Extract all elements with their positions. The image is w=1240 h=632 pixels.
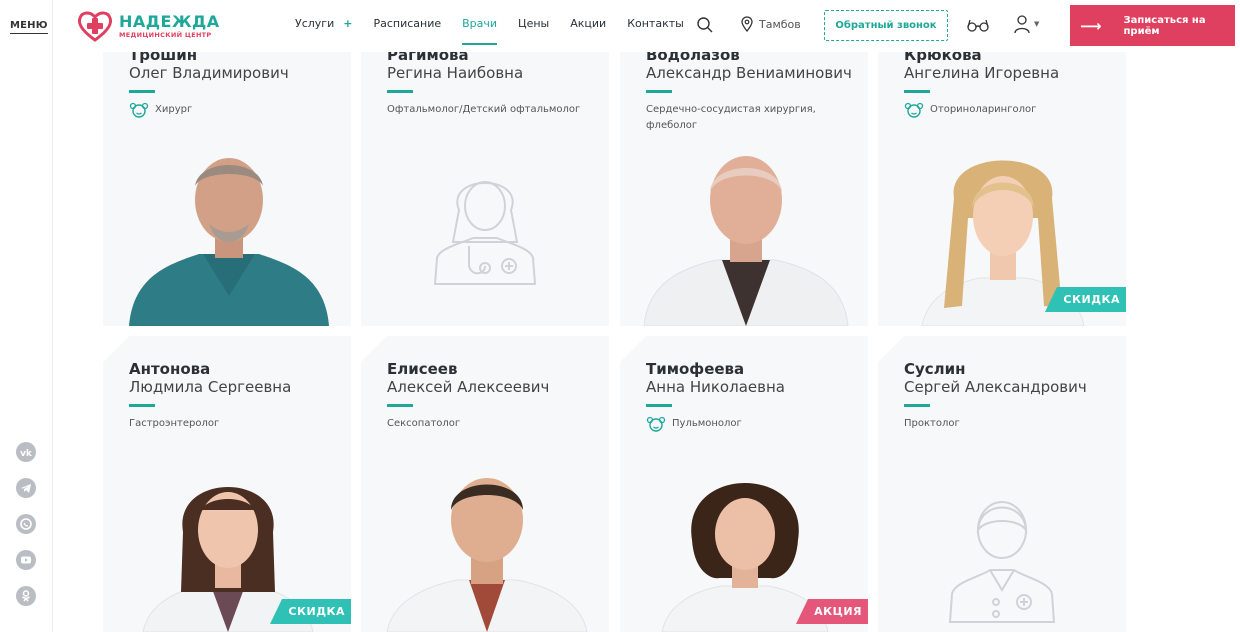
doctor-photo <box>386 478 588 632</box>
low-vision-glasses-icon[interactable] <box>967 17 989 36</box>
whatsapp-icon[interactable] <box>16 514 36 534</box>
location-pin-icon <box>741 16 753 32</box>
accent-divider <box>387 404 413 407</box>
user-account-menu[interactable]: ▼ <box>1013 14 1039 34</box>
specialty-text: Сердечно-сосудистая хирургия, флеболог <box>646 104 816 131</box>
logo-title: НАДЕЖДА <box>119 12 220 31</box>
logo-subtitle: МЕДИЦИНСКИЙ ЦЕНТР <box>119 31 212 39</box>
doctor-specialty: Сексопатолог <box>387 416 587 432</box>
specialty-text: Пульмонолог <box>672 418 742 429</box>
specialty-text: Гастроэнтеролог <box>129 418 220 429</box>
city-label: Тамбов <box>759 17 801 31</box>
accent-divider <box>129 90 155 93</box>
specialty-text: Оториноларинголог <box>930 104 1037 115</box>
logo[interactable]: НАДЕЖДА МЕДИЦИНСКИЙ ЦЕНТР <box>77 10 220 42</box>
doctor-specialty: Хирург <box>129 102 329 118</box>
card-corner-notch <box>878 336 904 362</box>
doctor-specialty: Проктолог <box>904 416 1104 432</box>
accent-divider <box>904 404 930 407</box>
city-selector[interactable]: Тамбов <box>741 16 801 32</box>
discount-badge: СКИДКА <box>1045 287 1126 312</box>
discount-badge: СКИДКА <box>270 599 351 624</box>
specialty-text: Проктолог <box>904 418 960 429</box>
social-links: vk <box>16 442 36 606</box>
doctor-specialty: Офтальмолог/Детский офтальмолог <box>387 102 587 118</box>
doctor-specialty: Сердечно-сосудистая хирургия, флеболог <box>646 102 846 134</box>
odnoklassniki-icon[interactable] <box>16 586 36 606</box>
search-icon[interactable] <box>696 16 714 38</box>
telegram-icon[interactable] <box>16 478 36 498</box>
doctor-card[interactable]: Суслин Сергей Александрович Проктолог <box>878 336 1126 632</box>
doctor-specialty: Пульмонолог <box>646 416 846 432</box>
book-appointment-button[interactable]: ⟶ Записаться на приём <box>1070 5 1235 46</box>
nav-item-prices[interactable]: Цены <box>518 17 549 30</box>
doctor-surname: Елисеев <box>387 360 458 378</box>
nav-item-doctors[interactable]: Врачи <box>462 17 497 45</box>
user-icon <box>1014 15 1030 34</box>
card-corner-notch <box>620 336 646 362</box>
specialty-text: Сексопатолог <box>387 418 461 429</box>
doctor-surname: Тимофеева <box>646 360 745 378</box>
book-appointment-label: Записаться на приём <box>1123 14 1206 37</box>
youtube-icon[interactable] <box>16 550 36 570</box>
vk-icon[interactable]: vk <box>16 442 36 462</box>
doctor-given-name: Регина Наибовна <box>387 64 524 82</box>
doctor-card[interactable]: Крюкова Ангелина Игоревна Оториноларинго… <box>878 24 1126 326</box>
nav-item-services[interactable]: Услуги <box>295 17 334 30</box>
card-corner-notch <box>361 336 387 362</box>
doctor-surname: Суслин <box>904 360 966 378</box>
chevron-down-icon: ▼ <box>1034 20 1040 28</box>
doctor-specialty: Оториноларинголог <box>904 102 1104 118</box>
accent-divider <box>387 90 413 93</box>
accent-divider <box>904 90 930 93</box>
site-header: НАДЕЖДА МЕДИЦИНСКИЙ ЦЕНТР Услуги + Распи… <box>53 0 1240 52</box>
arrow-right-icon: ⟶ <box>1080 16 1102 35</box>
left-rail: МЕНЮ vk <box>0 0 53 632</box>
kids-doctor-icon <box>129 102 149 118</box>
doctor-card[interactable]: Антонова Людмила Сергеевна Гастроэнтерол… <box>103 336 351 632</box>
doctor-given-name: Ангелина Игоревна <box>904 64 1060 82</box>
doctor-photo <box>129 158 329 326</box>
svg-text:vk: vk <box>20 449 33 459</box>
doctor-specialty: Гастроэнтеролог <box>129 416 329 432</box>
accent-divider <box>129 404 155 407</box>
callback-button[interactable]: Обратный звонок <box>824 10 948 41</box>
male-doctor-placeholder-icon <box>948 501 1056 623</box>
doctor-given-name: Анна Николаевна <box>646 378 785 396</box>
doctor-given-name: Олег Владимирович <box>129 64 289 82</box>
badge-tail <box>796 599 809 624</box>
card-corner-notch <box>103 336 129 362</box>
kids-doctor-icon <box>646 416 666 432</box>
doctor-given-name: Сергей Александрович <box>904 378 1087 396</box>
kids-doctor-icon <box>904 102 924 118</box>
accent-divider <box>646 90 672 93</box>
doctor-card[interactable]: Трошин Олег Владимирович Хирург <box>103 24 351 326</box>
doctor-surname: Антонова <box>129 360 211 378</box>
nav-item-promotions[interactable]: Акции <box>570 17 606 30</box>
main-nav: Услуги + Расписание Врачи Цены Акции Кон… <box>295 17 705 45</box>
specialty-text: Офтальмолог/Детский офтальмолог <box>387 104 581 115</box>
menu-button[interactable]: МЕНЮ <box>10 20 48 34</box>
nav-item-contacts[interactable]: Контакты <box>627 17 684 30</box>
specialty-text: Хирург <box>155 104 193 115</box>
doctor-card[interactable]: Тимофеева Анна Николаевна Пульмонолог АК… <box>620 336 868 632</box>
doctor-given-name: Людмила Сергеевна <box>129 378 292 396</box>
doctor-card[interactable]: Рагимова Регина Наибовна Офтальмолог/Дет… <box>361 24 609 326</box>
doctor-photo <box>643 156 849 326</box>
female-doctor-placeholder-icon <box>433 181 537 285</box>
heart-cross-icon <box>77 11 113 42</box>
accent-divider <box>646 404 672 407</box>
badge-tail <box>1045 287 1058 312</box>
doctor-given-name: Александр Вениаминович <box>646 64 852 82</box>
doctor-given-name: Алексей Алексеевич <box>387 378 550 396</box>
doctor-card[interactable]: Елисеев Алексей Алексеевич Сексопатолог <box>361 336 609 632</box>
badge-tail <box>270 599 283 624</box>
doctor-card[interactable]: Водолазов Александр Вениаминович Сердечн… <box>620 24 868 326</box>
promo-badge: АКЦИЯ <box>796 599 868 624</box>
nav-item-schedule[interactable]: Расписание <box>373 17 441 30</box>
nav-services-plus-icon[interactable]: + <box>343 17 352 30</box>
